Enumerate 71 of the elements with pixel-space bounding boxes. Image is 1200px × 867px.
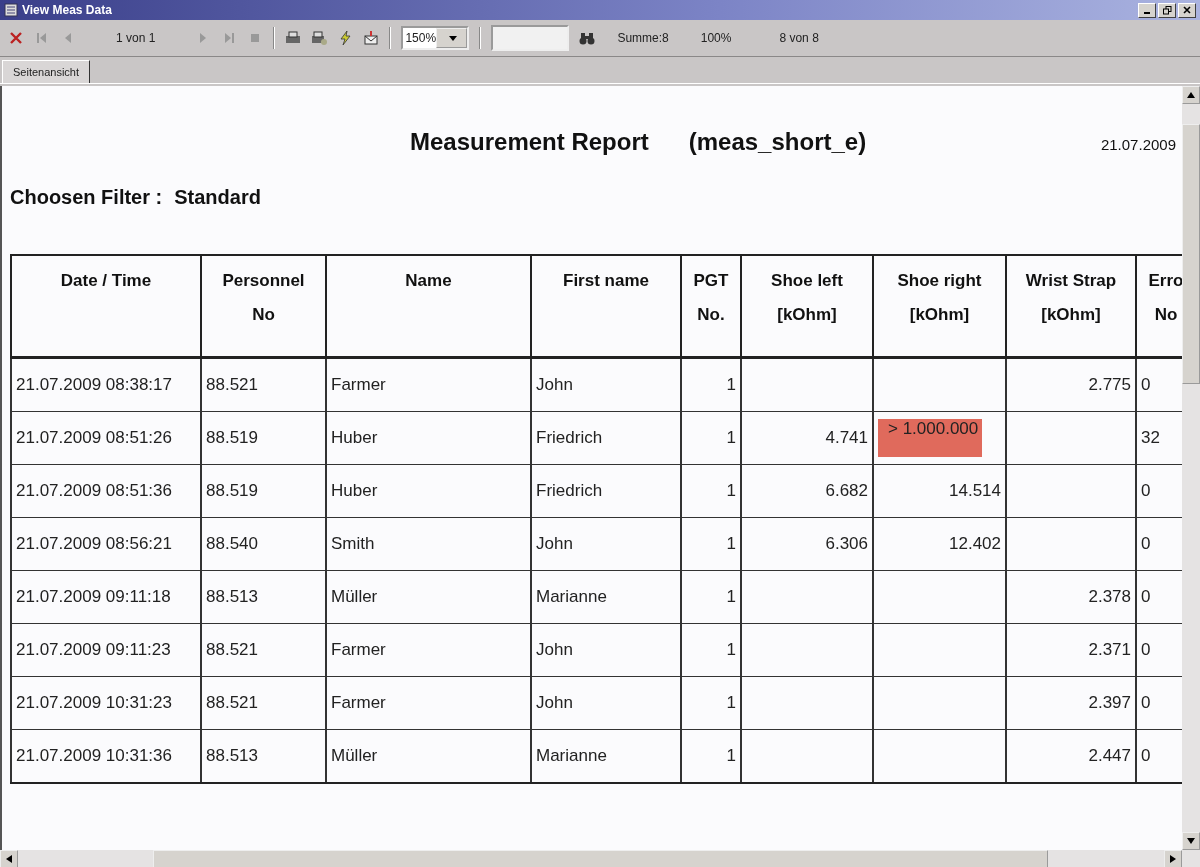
table-cell: 21.07.2009 09:11:18 [11,570,201,624]
table-cell: 88.519 [201,464,326,518]
column-header: Name [326,255,531,358]
table-cell: 21.07.2009 08:56:21 [11,517,201,571]
column-header: Wrist Strap [kOhm] [1006,255,1136,358]
table-cell: Müller [326,729,531,783]
table-cell: Friedrich [531,464,681,518]
table-cell: 1 [681,729,741,783]
filter-label: Choosen Filter : [10,186,163,209]
table-cell: Farmer [326,357,531,412]
table-cell: > 1.000.000 [873,411,1006,465]
table-cell: Farmer [326,676,531,730]
table-cell: 88.521 [201,676,326,730]
table-cell: Marianne [531,570,681,624]
table-cell: 21.07.2009 10:31:36 [11,729,201,783]
table-cell: 2.775 [1006,357,1136,412]
zoom-dropdown[interactable]: 150% [401,26,470,50]
tab[interactable]: Seitenansicht [2,60,91,83]
column-header: Personnel No [201,255,326,358]
table-cell: 88.513 [201,570,326,624]
table-cell: 88.521 [201,357,326,412]
table-cell: 1 [681,357,741,412]
table-cell: 21.07.2009 10:31:23 [11,676,201,730]
table-cell: 88.521 [201,623,326,677]
table-cell: Huber [326,464,531,518]
table-cell: 1 [681,676,741,730]
table-cell: John [531,676,681,730]
table-cell: 21.07.2009 08:38:17 [11,357,201,412]
table-cell: 88.513 [201,729,326,783]
table-cell: 88.540 [201,517,326,571]
table-cell: Friedrich [531,411,681,465]
record-count-text: 8 von 8 [779,31,819,45]
table-cell: 12.402 [873,517,1006,571]
summary-text: Summe:8 [617,31,669,45]
table-cell: John [531,517,681,571]
table-cell: 21.07.2009 09:11:23 [11,623,201,677]
table-cell: 1 [681,464,741,518]
table-cell: 21.07.2009 08:51:36 [11,464,201,518]
table-cell: 21.07.2009 08:51:26 [11,411,201,465]
table-cell: 2.378 [1006,570,1136,624]
table-cell: 4.741 [741,411,873,465]
table-cell: 6.306 [741,517,873,571]
column-header: Shoe right [kOhm] [873,255,1006,358]
report-title: Measurement Report [410,128,649,156]
table-cell: John [531,623,681,677]
table-cell: 14.514 [873,464,1006,518]
table-cell: John [531,357,681,412]
window-title: View Meas Data [22,3,112,17]
column-header: First name [531,255,681,358]
table-cell: Müller [326,570,531,624]
report-subtitle: (meas_short_e) [688,128,867,156]
column-header: Shoe left [kOhm] [741,255,873,358]
table-cell: 1 [681,623,741,677]
column-header: Date / Time [11,255,201,358]
table-cell: Farmer [326,623,531,677]
table-cell: 1 [681,517,741,571]
table-cell: Huber [326,411,531,465]
table-cell: Smith [326,517,531,571]
table-cell: Marianne [531,729,681,783]
zoom-percent-text: 100% [700,31,732,45]
table-cell: 6.682 [741,464,873,518]
page-indicator: 1 von 1 [116,31,156,45]
table-cell: 1 [681,570,741,624]
report-date: 21.07.2009 [1100,136,1176,153]
column-header: PGT No. [681,255,741,358]
table-cell: 2.371 [1006,623,1136,677]
filter-value: Standard [174,186,261,209]
table-cell: 2.447 [1006,729,1136,783]
table-cell: 88.519 [201,411,326,465]
table-cell: 2.397 [1006,676,1136,730]
table-cell: 1 [681,411,741,465]
